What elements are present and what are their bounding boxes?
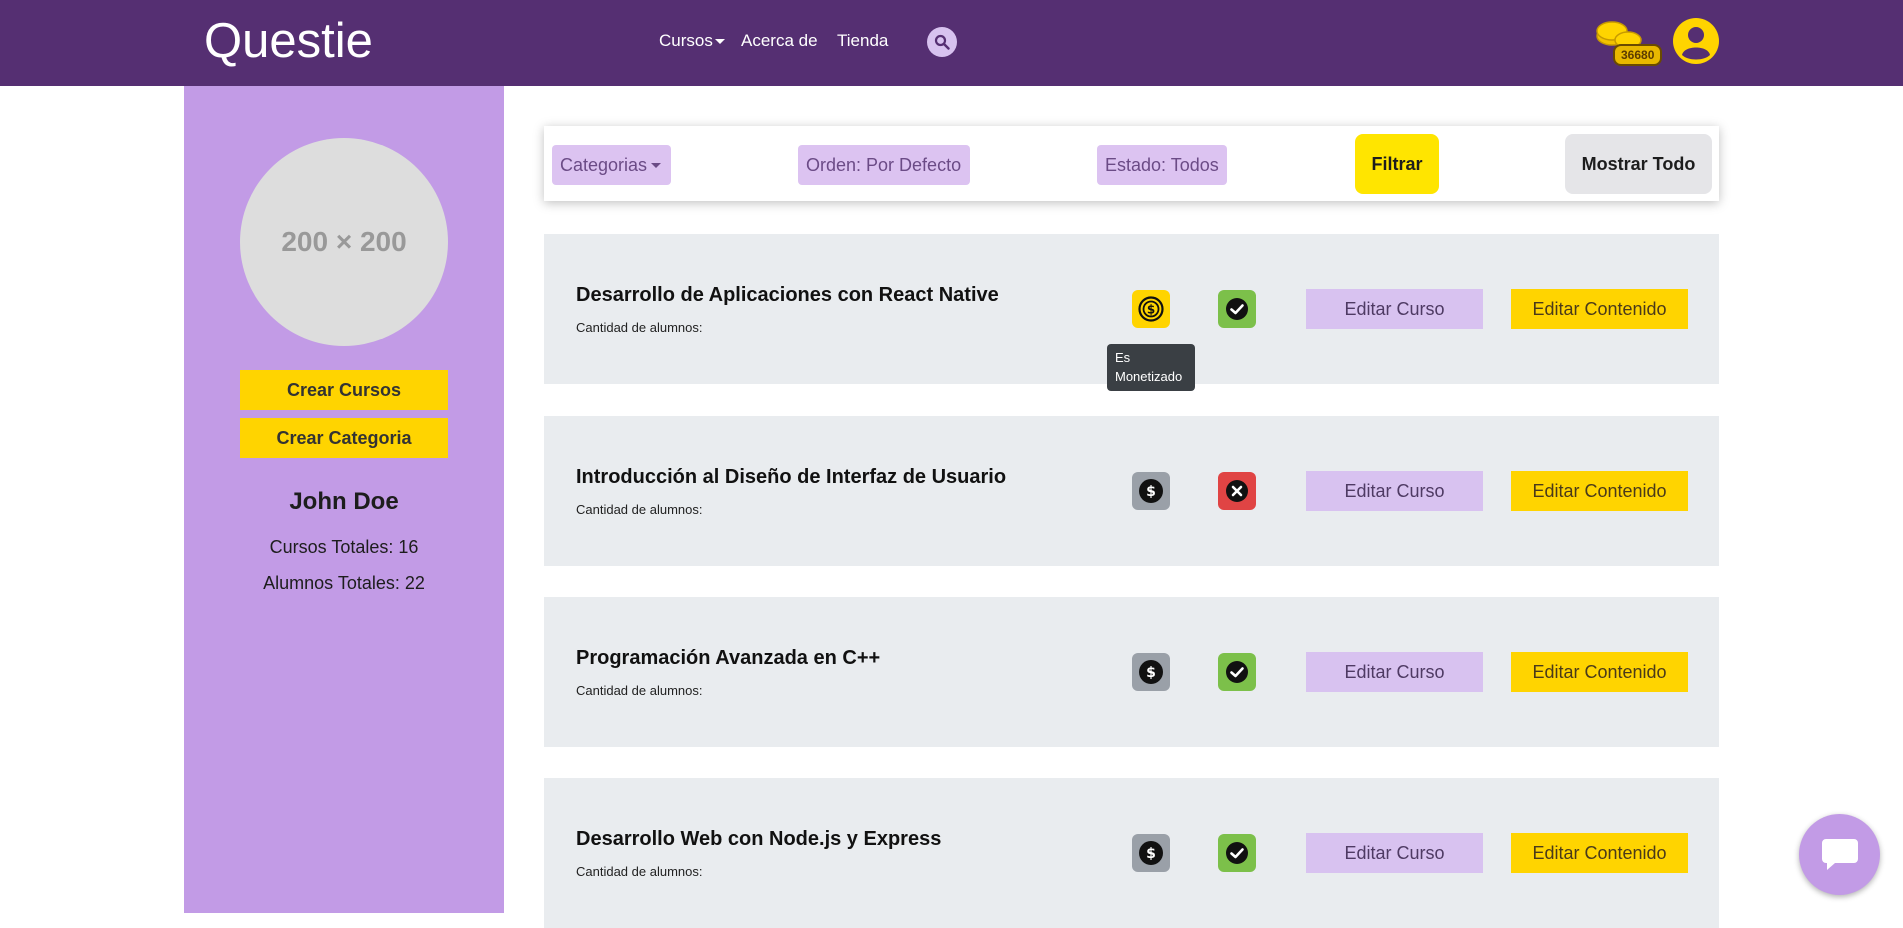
coins-count-badge: 36680 bbox=[1613, 44, 1663, 66]
editar-contenido-button[interactable]: Editar Contenido bbox=[1511, 289, 1688, 329]
profile-avatar-placeholder: 200 × 200 bbox=[240, 138, 448, 346]
svg-text:$: $ bbox=[1146, 484, 1156, 500]
tooltip-line-2: Monetizado bbox=[1115, 369, 1183, 384]
crear-cursos-button[interactable]: Crear Cursos bbox=[240, 370, 448, 410]
nav-cursos-dropdown[interactable]: Cursos bbox=[659, 31, 725, 51]
user-avatar-icon bbox=[1673, 18, 1719, 64]
status-active-toggle[interactable] bbox=[1218, 834, 1256, 872]
course-title: Introducción al Diseño de Interfaz de Us… bbox=[576, 466, 1007, 488]
dollar-circle-icon: $ bbox=[1139, 660, 1163, 684]
monetized-toggle[interactable]: $ bbox=[1132, 653, 1170, 691]
course-title: Programación Avanzada en C++ bbox=[576, 647, 881, 669]
alumnos-totales-stat: Alumnos Totales: 22 bbox=[263, 573, 425, 593]
editar-curso-button[interactable]: Editar Curso bbox=[1306, 289, 1483, 329]
editar-contenido-button[interactable]: Editar Contenido bbox=[1511, 471, 1688, 511]
user-profile-button[interactable] bbox=[1672, 17, 1720, 65]
monetized-tooltip: Es Monetizado bbox=[1107, 344, 1195, 391]
editar-contenido-button[interactable]: Editar Contenido bbox=[1511, 652, 1688, 692]
dollar-circle-icon: $ bbox=[1139, 479, 1163, 503]
x-circle-icon bbox=[1226, 480, 1248, 502]
filtrar-button[interactable]: Filtrar bbox=[1355, 134, 1439, 194]
monetized-toggle[interactable]: $ bbox=[1132, 472, 1170, 510]
editar-curso-button[interactable]: Editar Curso bbox=[1306, 833, 1483, 873]
filter-bar: Categorias Orden: Por Defecto Estado: To… bbox=[544, 126, 1719, 201]
status-inactive-toggle[interactable] bbox=[1218, 472, 1256, 510]
chat-button[interactable] bbox=[1799, 814, 1880, 895]
dollar-circle-icon: $ bbox=[1139, 841, 1163, 865]
categorias-dropdown[interactable]: Categorias bbox=[552, 145, 671, 185]
svg-text:$: $ bbox=[1146, 665, 1156, 681]
check-circle-icon bbox=[1226, 298, 1248, 320]
check-circle-icon bbox=[1226, 842, 1248, 864]
status-active-toggle[interactable] bbox=[1218, 290, 1256, 328]
mostrar-todo-button[interactable]: Mostrar Todo bbox=[1565, 134, 1712, 194]
course-title: Desarrollo de Aplicaciones con React Nat… bbox=[576, 284, 999, 306]
course-title: Desarrollo Web con Node.js y Express bbox=[576, 828, 942, 850]
course-card: Programación Avanzada en C++ Cantidad de… bbox=[544, 597, 1719, 747]
categorias-label: Categorias bbox=[560, 154, 648, 175]
coins-wallet[interactable]: 36680 bbox=[1595, 20, 1663, 72]
chat-bubble-icon bbox=[1821, 838, 1858, 870]
orden-select[interactable]: Orden: Por Defecto bbox=[798, 145, 970, 185]
editar-curso-button[interactable]: Editar Curso bbox=[1306, 471, 1483, 511]
nav-tienda-link[interactable]: Tienda bbox=[837, 31, 888, 51]
top-navbar: Questie Cursos Acerca de Tienda 36680 bbox=[0, 0, 1903, 86]
course-card: Desarrollo Web con Node.js y Express Can… bbox=[544, 778, 1719, 928]
cursos-totales-stat: Cursos Totales: 16 bbox=[269, 537, 419, 557]
search-button[interactable] bbox=[927, 27, 957, 57]
course-card: Introducción al Diseño de Interfaz de Us… bbox=[544, 416, 1719, 566]
caret-down-icon bbox=[714, 39, 725, 45]
dollar-circle-icon: $ bbox=[1138, 296, 1164, 322]
tooltip-line-1: Es bbox=[1115, 350, 1131, 365]
brand-logo[interactable]: Questie bbox=[204, 12, 373, 70]
profile-sidebar: 200 × 200 Crear Cursos Crear Categoria J… bbox=[184, 86, 504, 913]
user-name: John Doe bbox=[289, 488, 399, 515]
monetized-toggle[interactable]: $ bbox=[1132, 290, 1170, 328]
editar-contenido-button[interactable]: Editar Contenido bbox=[1511, 833, 1688, 873]
course-students-label: Cantidad de alumnos: bbox=[576, 864, 703, 879]
estado-select[interactable]: Estado: Todos bbox=[1097, 145, 1227, 185]
status-active-toggle[interactable] bbox=[1218, 653, 1256, 691]
course-students-label: Cantidad de alumnos: bbox=[576, 320, 703, 335]
nav-cursos-label: Cursos bbox=[659, 31, 713, 50]
crear-categoria-button[interactable]: Crear Categoria bbox=[240, 418, 448, 458]
caret-down-icon bbox=[651, 162, 662, 168]
svg-text:$: $ bbox=[1147, 303, 1155, 317]
check-circle-icon bbox=[1226, 661, 1248, 683]
svg-text:$: $ bbox=[1146, 846, 1156, 862]
editar-curso-button[interactable]: Editar Curso bbox=[1306, 652, 1483, 692]
monetized-toggle[interactable]: $ bbox=[1132, 834, 1170, 872]
course-students-label: Cantidad de alumnos: bbox=[576, 502, 703, 517]
course-students-label: Cantidad de alumnos: bbox=[576, 683, 703, 698]
nav-acerca-link[interactable]: Acerca de bbox=[741, 31, 818, 51]
search-icon bbox=[934, 34, 950, 50]
